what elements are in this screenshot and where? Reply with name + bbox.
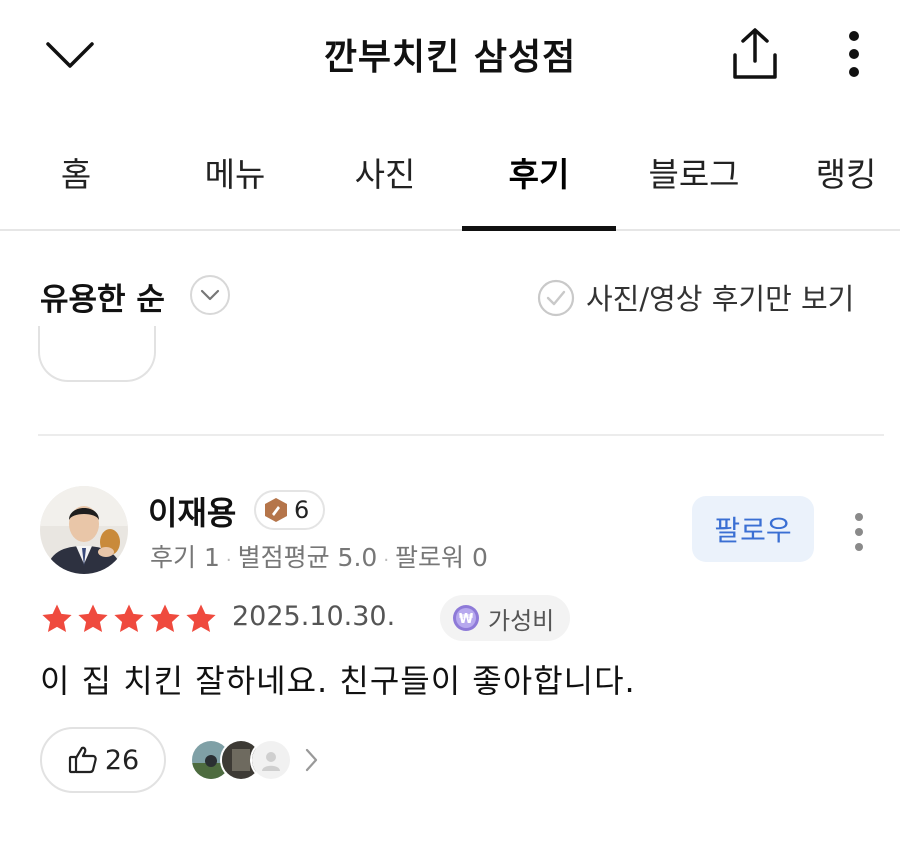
review-text: 이 집 치킨 잘하네요. 친구들이 좋아합니다. [40,662,636,700]
tab-reviews[interactable]: 후기 [494,148,584,198]
more-vertical-icon [855,513,863,551]
review-tag-label: 가성비 [488,606,555,635]
star-rating [40,602,218,636]
default-user-icon [252,741,290,779]
reviewer-stats: 후기 1 · 별점평균 5.0 · 팔로워 0 [150,538,488,574]
separator-dot: · [383,550,390,571]
reviewer-name[interactable]: 이재용 [148,488,236,534]
star-icon [78,604,108,633]
like-count: 26 [104,744,140,776]
liker-avatar [250,739,292,781]
more-vertical-icon [849,31,859,77]
star-icon [150,604,180,633]
star-icon [42,604,72,633]
sort-dropdown[interactable]: 유용한 순 [40,274,165,319]
follower-count: 팔로워 0 [395,543,488,572]
chevron-down-icon [200,289,220,301]
sort-dropdown-toggle[interactable] [190,275,230,315]
chevron-right-icon [305,748,318,772]
tab-menu[interactable]: 메뉴 [190,148,280,198]
follow-button[interactable]: 팔로우 [692,496,814,562]
share-icon [733,28,777,79]
review-tag-chip: ₩ 가성비 [440,595,571,641]
level-hexagon-icon [265,498,287,522]
more-options-button[interactable] [828,22,880,86]
won-coin-icon: ₩ [453,605,479,631]
tab-ranking[interactable]: 랭킹 [800,148,892,198]
tab-divider [0,229,900,231]
check-circle-icon [537,279,575,317]
share-button[interactable] [720,22,790,86]
tab-photos[interactable]: 사진 [340,148,430,198]
previous-review-like-button[interactable] [38,326,156,382]
review-count: 후기 1 [150,543,220,572]
tab-blog[interactable]: 블로그 [636,148,752,198]
photo-filter-label[interactable]: 사진/영상 후기만 보기 [586,276,854,318]
separator-dot: · [225,550,232,571]
reviewer-avatar-image [40,486,128,574]
likers-list[interactable] [190,739,322,781]
avatar[interactable] [40,486,128,574]
level-number: 6 [294,496,310,524]
review-date: 2025.10.30. [232,601,396,632]
review-more-button[interactable] [842,504,876,560]
review-divider [38,434,884,436]
average-rating: 별점평균 5.0 [237,543,378,572]
thumbs-up-icon [68,746,97,774]
like-button[interactable]: 26 [40,727,166,793]
photo-filter-checkbox[interactable] [537,279,575,317]
svg-text:₩: ₩ [459,612,474,627]
star-icon [186,604,216,633]
tab-home[interactable]: 홈 [36,148,116,198]
level-badge: 6 [254,490,326,530]
active-tab-indicator [462,226,616,231]
star-icon [114,604,144,633]
